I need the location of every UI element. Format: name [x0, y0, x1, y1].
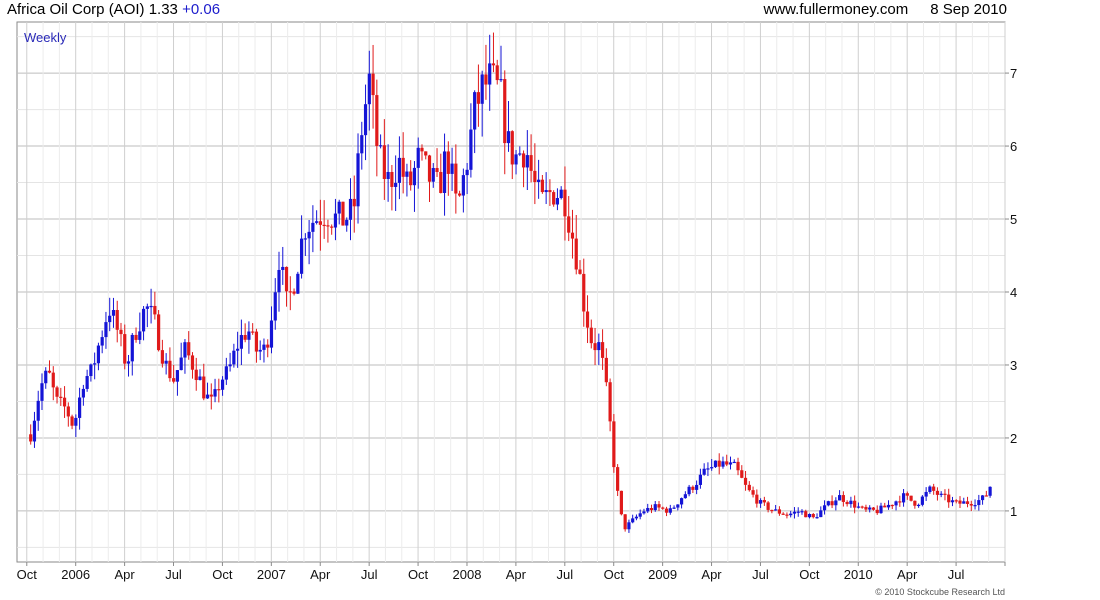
- x-tick-label: Apr: [506, 567, 527, 582]
- x-tick-label: Oct: [604, 567, 625, 582]
- x-tick-label: 2010: [844, 567, 873, 582]
- candle: [920, 495, 924, 507]
- copyright-note: © 2010 Stockcube Research Ltd: [875, 587, 1005, 597]
- x-tick-label: Oct: [408, 567, 429, 582]
- candle: [296, 271, 300, 294]
- x-tick-label: Jul: [361, 567, 378, 582]
- x-tick-label: 2008: [453, 567, 482, 582]
- x-tick-label: Oct: [17, 567, 38, 582]
- candle: [623, 514, 627, 532]
- y-tick-label: 4: [1010, 285, 1017, 300]
- y-axis: 1 2 3 4 5 6 7: [1005, 66, 1017, 519]
- y-tick-label: 3: [1010, 358, 1017, 373]
- period-label: Weekly: [24, 30, 67, 45]
- x-tick-label: 2009: [648, 567, 677, 582]
- x-tick-label: Jul: [948, 567, 965, 582]
- x-tick-label: Apr: [897, 567, 918, 582]
- x-tick-label: Oct: [799, 567, 820, 582]
- candle: [341, 201, 345, 226]
- y-tick-label: 2: [1010, 431, 1017, 446]
- x-tick-label: Apr: [310, 567, 331, 582]
- candle: [909, 495, 913, 502]
- y-tick-label: 5: [1010, 212, 1017, 227]
- candle: [157, 310, 161, 352]
- x-tick-label: Jul: [556, 567, 573, 582]
- y-tick-label: 1: [1010, 504, 1017, 519]
- candle: [713, 460, 718, 468]
- x-tick-label: Jul: [165, 567, 182, 582]
- y-tick-label: 6: [1010, 139, 1017, 154]
- x-tick-label: Oct: [212, 567, 233, 582]
- x-tick-label: Jul: [752, 567, 769, 582]
- x-tick-label: Apr: [701, 567, 722, 582]
- candle: [552, 190, 556, 207]
- y-tick-label: 7: [1010, 66, 1017, 81]
- price-chart: 1 2 3 4 5 6 7 Oct 2006 Apr Jul Oct 2007 Apr Jul Oct 200…: [16, 21, 1017, 597]
- x-tick-label: 2007: [257, 567, 286, 582]
- x-tick-label: 2006: [61, 567, 90, 582]
- candle: [612, 414, 616, 473]
- x-axis: Oct 2006 Apr Jul Oct 2007 Apr Jul Oct 2008 Apr Jul O…: [17, 562, 1006, 582]
- candle: [619, 490, 623, 516]
- x-tick-label: Apr: [114, 567, 135, 582]
